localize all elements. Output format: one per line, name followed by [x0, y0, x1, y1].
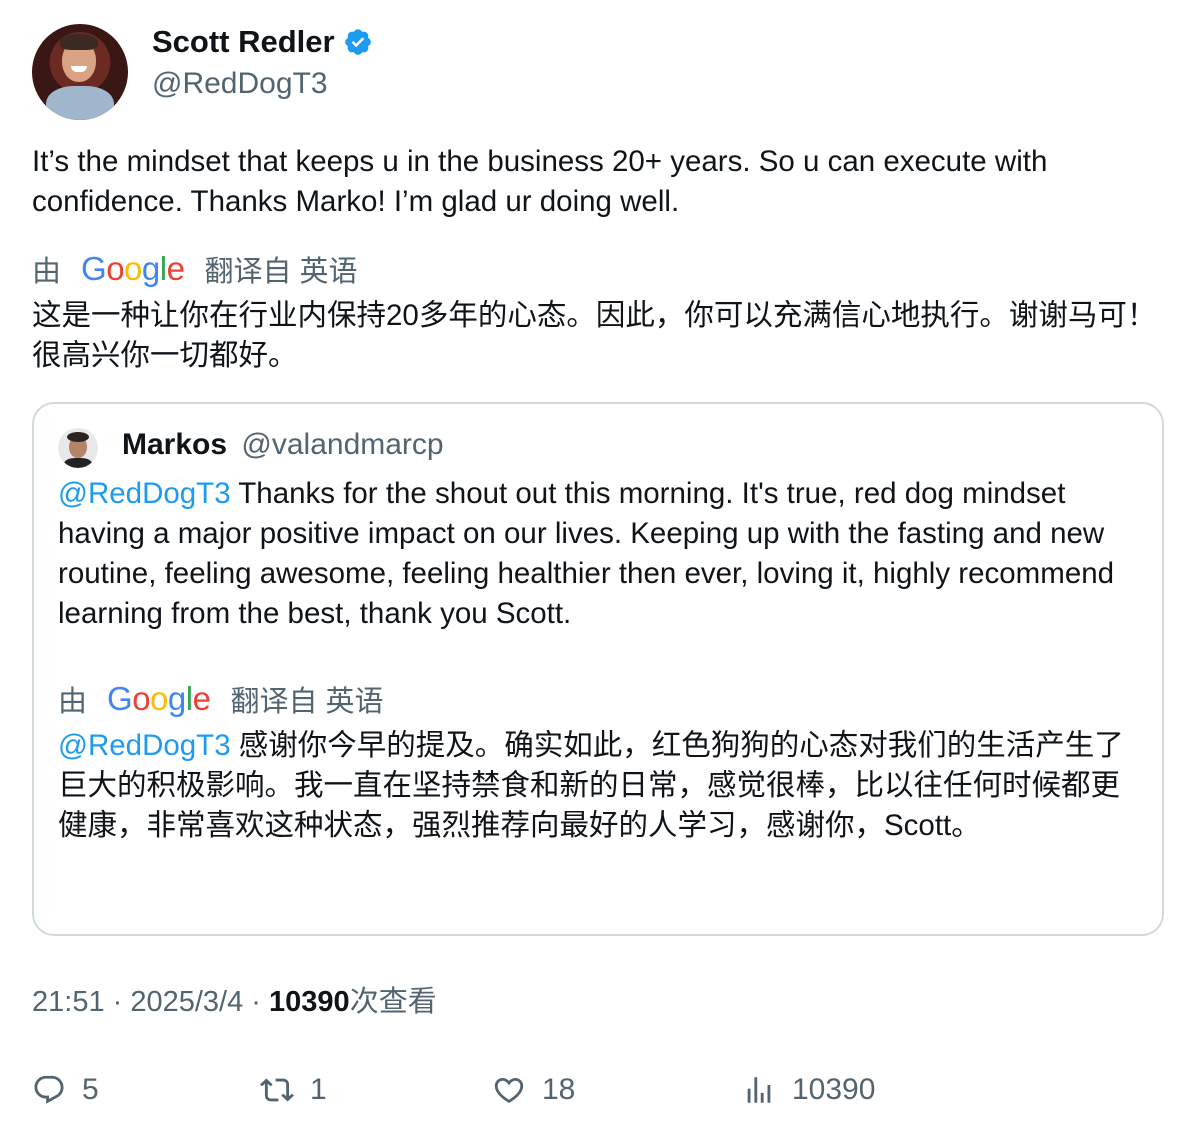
like-count: 18 [542, 1073, 576, 1106]
views-count: 10390 [269, 986, 350, 1018]
quoted-translation-suffix: 翻译自 英语 [230, 686, 384, 718]
quoted-author-info: Markos @valandmarcp [122, 426, 444, 464]
reply-button[interactable]: 5 [32, 1066, 99, 1114]
quoted-author-name[interactable]: Markos [122, 428, 227, 461]
views-action-count: 10390 [792, 1073, 876, 1106]
meta-separator-1: · [104, 986, 131, 1018]
quoted-translation-prefix: 由 [58, 686, 88, 718]
meta-separator-2: · [243, 986, 270, 1018]
reply-icon [34, 1075, 64, 1104]
google-logo[interactable]: Google [81, 250, 185, 288]
tweet-translation: 这是一种让你在行业内保持20多年的心态。因此，你可以充满信心地执行。谢谢马可！很… [32, 299, 1157, 372]
translation-prefix: 由 [32, 256, 62, 288]
analytics-icon [747, 1077, 771, 1103]
like-button[interactable]: 18 [492, 1066, 575, 1114]
author-display-name[interactable]: Scott Redler [152, 24, 373, 60]
quoted-author-handle[interactable]: @valandmarcp [241, 428, 443, 461]
quoted-tweet-text: @RedDogT3 Thanks for the shout out this … [58, 474, 1148, 634]
quoted-translation-attribution: 由 Google 翻译自 英语 [58, 678, 384, 720]
tweet-meta: 21:51 · 2025/3/4 · 10390次查看 [32, 982, 437, 1022]
quoted-translated-mention-link[interactable]: @RedDogT3 [58, 729, 231, 762]
retweet-count: 1 [310, 1073, 327, 1106]
heart-icon [494, 1077, 524, 1103]
action-bar: 5 1 18 10390 [32, 1066, 1162, 1114]
quoted-author-avatar[interactable] [58, 428, 98, 468]
translation-attribution: 由 Google 翻译自 英语 [32, 248, 358, 290]
translation-suffix: 翻译自 英语 [204, 256, 358, 288]
quoted-mention-link[interactable]: @RedDogT3 [58, 477, 231, 510]
author-avatar[interactable] [32, 24, 128, 120]
retweet-button[interactable]: 1 [260, 1066, 327, 1114]
views-button[interactable]: 10390 [742, 1066, 875, 1114]
tweet-time[interactable]: 21:51 [32, 986, 105, 1018]
quoted-google-logo[interactable]: Google [107, 680, 211, 718]
views-label: 次查看 [349, 986, 437, 1018]
author-info: Scott Redler @RedDogT3 [152, 24, 373, 104]
verified-badge-icon [344, 29, 371, 55]
retweet-icon [260, 1078, 294, 1102]
quoted-tweet-card[interactable]: Markos @valandmarcp @RedDogT3 Thanks for… [32, 402, 1164, 936]
author-name-text[interactable]: Scott Redler [152, 24, 335, 60]
author-handle[interactable]: @RedDogT3 [152, 64, 373, 104]
tweet-date[interactable]: 2025/3/4 [130, 986, 243, 1018]
quoted-translation: @RedDogT3 感谢你今早的提及。确实如此，红色狗狗的心态对我们的生活产生了… [58, 726, 1130, 846]
reply-count: 5 [82, 1073, 99, 1106]
tweet-text: It’s the mindset that keeps u in the bus… [32, 145, 1048, 218]
